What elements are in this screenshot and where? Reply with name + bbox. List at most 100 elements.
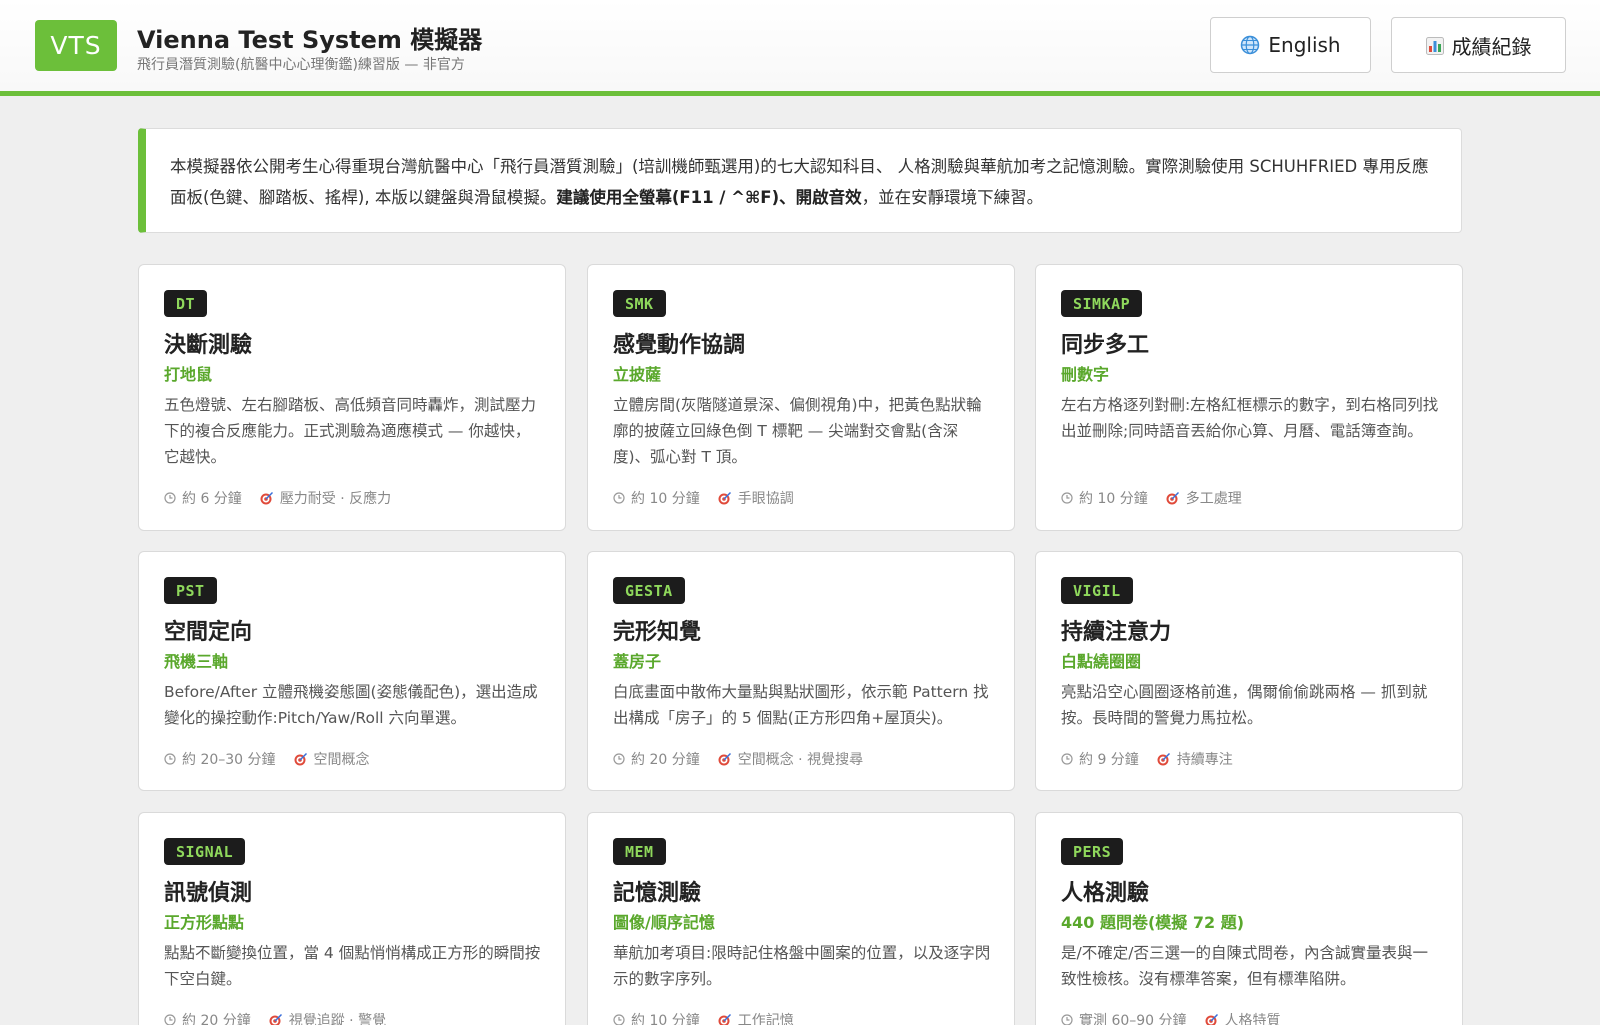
test-meta: 約 20 分鐘 視覺追蹤 · 警覺 [164, 1010, 386, 1025]
test-title: 決斷測驗 [164, 333, 253, 358]
target-icon [718, 1013, 732, 1025]
target-icon [1166, 491, 1180, 505]
test-title: 記憶測驗 [613, 881, 702, 906]
test-skill: 人格特質 [1224, 1013, 1281, 1025]
test-description: 左右方格逐列對刪:左格紅框標示的數字，到右格同列找出並刪除;同時語音丟給你心算、… [1061, 396, 1439, 440]
clock-icon [164, 492, 176, 504]
test-duration: 實測 60–90 分鐘 [1079, 1013, 1187, 1025]
records-button[interactable]: 成績紀錄 [1391, 17, 1566, 73]
target-icon [1205, 1013, 1219, 1025]
test-subtitle: 刪數字 [1061, 365, 1110, 384]
test-description: 是/不確定/否三選一的自陳式問卷，內含誠實量表與一致性檢核。沒有標準答案，但有標… [1061, 944, 1428, 988]
clock-icon [1061, 492, 1073, 504]
test-title: 持續注意力 [1061, 620, 1172, 645]
test-meta: 約 10 分鐘 多工處理 [1061, 488, 1242, 508]
test-code-badge: PST [164, 577, 217, 604]
test-subtitle: 440 題問卷(模擬 72 題) [1061, 913, 1245, 932]
test-duration: 約 10 分鐘 [631, 1013, 700, 1025]
test-meta: 約 20 分鐘 空間概念 · 視覺搜尋 [613, 749, 863, 769]
test-card-dt[interactable]: DT 決斷測驗 打地鼠 五色燈號、左右腳踏板、高低頻音同時轟炸，測試壓力下的複合… [138, 264, 566, 531]
clock-icon [613, 753, 625, 765]
test-skill: 空間概念 · 視覺搜尋 [737, 752, 864, 768]
test-skill: 手眼協調 [737, 491, 794, 507]
test-subtitle: 蓋房子 [613, 652, 662, 671]
target-icon [718, 752, 732, 766]
clock-icon [613, 492, 625, 504]
test-code-badge: MEM [613, 838, 666, 865]
test-card-pst[interactable]: PST 空間定向 飛機三軸 Before/After 立體飛機姿態圖(姿態儀配色… [138, 551, 566, 791]
target-icon [294, 752, 308, 766]
test-duration: 約 10 分鐘 [1079, 491, 1148, 507]
test-code-badge: SIMKAP [1061, 290, 1143, 317]
language-button[interactable]: English [1210, 17, 1371, 73]
target-icon [1157, 752, 1171, 766]
test-code-badge: PERS [1061, 838, 1124, 865]
test-skill: 工作記憶 [737, 1013, 794, 1025]
test-subtitle: 白點繞圈圈 [1061, 652, 1142, 671]
app-logo: VTS [35, 20, 117, 71]
notice-emphasis: 建議使用全螢幕(F11 / ^⌘F)、開啟音效 [556, 188, 862, 207]
language-button-label: English [1268, 33, 1341, 57]
test-skill: 多工處理 [1185, 491, 1242, 507]
test-meta: 約 10 分鐘 工作記憶 [613, 1010, 794, 1025]
test-skill: 空間概念 [313, 752, 370, 768]
test-code-badge: VIGIL [1061, 577, 1133, 604]
test-title: 空間定向 [164, 620, 253, 645]
test-description: 立體房間(灰階隧道景深、偏側視角)中，把黃色點狀輪廓的披薩立回綠色倒 T 標靶 … [613, 396, 982, 466]
test-skill: 壓力耐受 · 反應力 [279, 491, 392, 507]
test-card-pers[interactable]: PERS 人格測驗 440 題問卷(模擬 72 題) 是/不確定/否三選一的自陳… [1035, 812, 1463, 1025]
clock-icon [1061, 1014, 1073, 1025]
test-code-badge: SMK [613, 290, 666, 317]
notice-text-end: ，並在安靜環境下練習。 [861, 188, 1044, 207]
test-duration: 約 10 分鐘 [631, 491, 700, 507]
test-description: 華航加考項目:限時記住格盤中圖案的位置，以及逐字閃示的數字序列。 [613, 944, 991, 988]
intro-notice: 本模擬器依公開考生心得重現台灣航醫中心「飛行員潛質測驗」(培訓機師甄選用)的七大… [138, 128, 1462, 233]
test-description: 白底畫面中散佈大量點與點狀圖形，依示範 Pattern 找出構成「房子」的 5 … [613, 683, 989, 727]
test-duration: 約 9 分鐘 [1079, 752, 1139, 768]
test-subtitle: 飛機三軸 [164, 652, 229, 671]
test-subtitle: 打地鼠 [164, 365, 213, 384]
test-card-mem[interactable]: MEM 記憶測驗 圖像/順序記憶 華航加考項目:限時記住格盤中圖案的位置，以及逐… [587, 812, 1015, 1025]
bar-chart-icon [1425, 36, 1444, 55]
test-description: 點點不斷變換位置，當 4 個點悄悄構成正方形的瞬間按下空白鍵。 [164, 944, 541, 988]
test-title: 完形知覺 [613, 620, 702, 645]
test-title: 訊號偵測 [164, 881, 253, 906]
test-title: 感覺動作協調 [613, 333, 746, 358]
test-card-smk[interactable]: SMK 感覺動作協調 立披薩 立體房間(灰階隧道景深、偏側視角)中，把黃色點狀輪… [587, 264, 1015, 531]
app-subtitle: 飛行員潛質測驗(航醫中心心理衡鑑)練習版 — 非官方 [137, 57, 465, 73]
clock-icon [164, 753, 176, 765]
test-card-vigil[interactable]: VIGIL 持續注意力 白點繞圈圈 亮點沿空心圓圈逐格前進，偶爾偷偷跳兩格 — … [1035, 551, 1463, 791]
test-skill: 持續專注 [1176, 752, 1233, 768]
test-duration: 約 20 分鐘 [182, 1013, 251, 1025]
test-title: 同步多工 [1061, 333, 1150, 358]
test-code-badge: DT [164, 290, 208, 317]
clock-icon [613, 1014, 625, 1025]
test-subtitle: 立披薩 [613, 365, 662, 384]
test-code-badge: SIGNAL [164, 838, 246, 865]
test-description: Before/After 立體飛機姿態圖(姿態儀配色)，選出造成變化的操控動作:… [164, 683, 538, 727]
test-duration: 約 6 分鐘 [182, 491, 242, 507]
target-icon [260, 491, 274, 505]
clock-icon [164, 1014, 176, 1025]
test-card-simkap[interactable]: SIMKAP 同步多工 刪數字 左右方格逐列對刪:左格紅框標示的數字，到右格同列… [1035, 264, 1463, 531]
test-description: 五色燈號、左右腳踏板、高低頻音同時轟炸，測試壓力下的複合反應能力。正式測驗為適應… [164, 396, 537, 466]
test-subtitle: 正方形點點 [164, 913, 245, 932]
test-meta: 約 6 分鐘 壓力耐受 · 反應力 [164, 488, 391, 508]
test-duration: 約 20–30 分鐘 [182, 752, 276, 768]
clock-icon [1061, 753, 1073, 765]
test-description: 亮點沿空心圓圈逐格前進，偶爾偷偷跳兩格 — 抓到就按。長時間的警覺力馬拉松。 [1061, 683, 1428, 727]
test-meta: 實測 60–90 分鐘 人格特質 [1061, 1010, 1281, 1025]
test-title: 人格測驗 [1061, 881, 1150, 906]
app-header: VTS Vienna Test System 模擬器 飛行員潛質測驗(航醫中心心… [0, 0, 1600, 96]
target-icon [269, 1013, 283, 1025]
test-meta: 約 9 分鐘 持續專注 [1061, 749, 1233, 769]
test-subtitle: 圖像/順序記憶 [613, 913, 715, 932]
test-meta: 約 10 分鐘 手眼協調 [613, 488, 794, 508]
test-skill: 視覺追蹤 · 警覺 [288, 1013, 387, 1025]
test-card-signal[interactable]: SIGNAL 訊號偵測 正方形點點 點點不斷變換位置，當 4 個點悄悄構成正方形… [138, 812, 566, 1025]
test-duration: 約 20 分鐘 [631, 752, 700, 768]
globe-icon [1240, 35, 1260, 55]
app-title: Vienna Test System 模擬器 [137, 26, 483, 54]
test-code-badge: GESTA [613, 577, 685, 604]
test-card-gesta[interactable]: GESTA 完形知覺 蓋房子 白底畫面中散佈大量點與點狀圖形，依示範 Patte… [587, 551, 1015, 791]
